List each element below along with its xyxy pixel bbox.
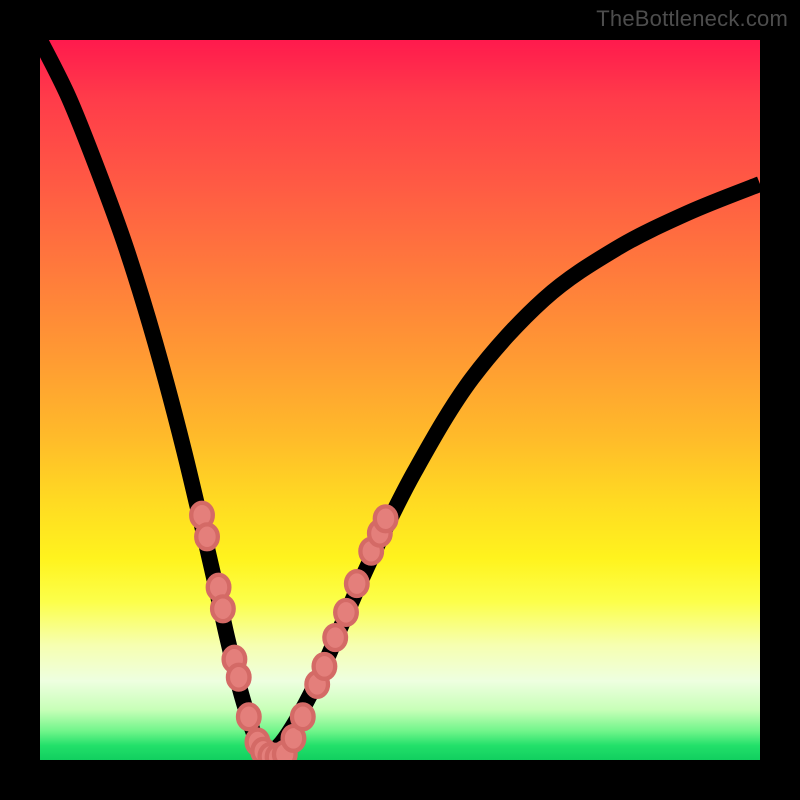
- watermark-text: TheBottleneck.com: [596, 6, 788, 32]
- bead-marker: [375, 506, 397, 531]
- bead-marker: [324, 625, 346, 650]
- beads-left-group: [191, 503, 281, 760]
- curve-layer: [40, 40, 760, 760]
- chart-frame: TheBottleneck.com: [0, 0, 800, 800]
- plot-gradient-area: [40, 40, 760, 760]
- bead-marker: [228, 665, 250, 690]
- bead-marker: [314, 654, 336, 679]
- bead-marker: [196, 524, 218, 549]
- bead-marker: [346, 571, 368, 596]
- bead-marker: [292, 704, 314, 729]
- right-curve: [263, 184, 760, 760]
- bead-marker: [238, 704, 260, 729]
- bead-marker: [335, 600, 357, 625]
- bead-marker: [212, 596, 234, 621]
